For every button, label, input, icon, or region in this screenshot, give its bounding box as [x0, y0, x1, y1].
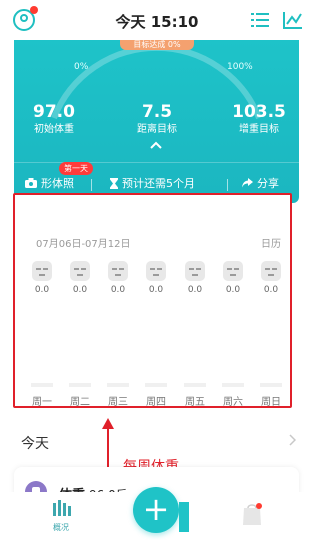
hero-divider [14, 162, 299, 163]
day-label: 周四 [146, 397, 166, 408]
fab-edge-block [179, 502, 189, 532]
face-icon [223, 261, 243, 281]
stat-value: 103.5 [232, 102, 286, 122]
chevron-up-icon[interactable] [150, 140, 162, 150]
goal-pill: 目标达成 0% [120, 40, 194, 50]
day-label: 周六 [223, 397, 243, 408]
share-label: 分享 [257, 177, 279, 190]
day-bar [260, 383, 282, 387]
weekly-weight-panel: 07月06日-07月12日 日历 0.0 0.0 0.0 0.0 0.0 0.0… [13, 193, 292, 408]
hourglass-icon [110, 177, 118, 189]
day-column-mon[interactable]: 0.0 [30, 261, 54, 295]
today-heading[interactable]: 今天 [21, 433, 49, 453]
face-icon [70, 261, 90, 281]
tab-overview[interactable]: 概况 [50, 500, 72, 533]
stat-initial-weight: 97.0 初始体重 [14, 102, 94, 137]
day-one-badge: 第一天 [59, 162, 93, 175]
day-weight-value: 0.0 [110, 285, 126, 295]
calendar-link[interactable]: 日历 [261, 235, 281, 250]
share-button[interactable]: 分享 [242, 175, 279, 191]
plus-icon: + [142, 490, 170, 528]
day-label: 周日 [261, 397, 281, 408]
day-label: 周三 [108, 397, 128, 408]
stat-value: 97.0 [33, 102, 75, 122]
face-icon [32, 261, 52, 281]
body-photo-button[interactable]: 形体照 [25, 175, 74, 191]
add-record-button[interactable]: + [133, 487, 179, 533]
day-bar [31, 383, 53, 387]
stat-gain-target: 103.5 增重目标 [219, 102, 299, 137]
share-icon [242, 178, 253, 188]
bag-icon[interactable] [241, 502, 263, 526]
day-column-sun[interactable]: 0.0 [259, 261, 283, 295]
day-bar [107, 383, 129, 387]
day-column-wed[interactable]: 0.0 [106, 261, 130, 295]
list-icon[interactable] [251, 12, 269, 28]
day-label: 周五 [185, 397, 205, 408]
day-label: 周二 [70, 397, 90, 408]
stat-label: 增重目标 [239, 124, 279, 135]
day-column-fri[interactable]: 0.0 [183, 261, 207, 295]
day-weight-value: 0.0 [187, 285, 203, 295]
face-icon [146, 261, 166, 281]
day-weight-value: 0.0 [72, 285, 88, 295]
day-bar [69, 383, 91, 387]
day-column-tue[interactable]: 0.0 [68, 261, 92, 295]
day-column-sat[interactable]: 0.0 [221, 261, 245, 295]
body-photo-label: 形体照 [41, 177, 74, 190]
estimate-label: 预计还需5个月 [122, 177, 195, 190]
day-weight-value: 0.0 [225, 285, 241, 295]
camera-icon [25, 178, 37, 188]
toolbar-separator [227, 179, 228, 191]
chevron-right-icon[interactable] [288, 434, 296, 446]
bottom-nav: 概况 + [0, 487, 314, 540]
stat-label: 距离目标 [137, 124, 177, 135]
stat-value: 7.5 [141, 102, 173, 122]
week-range[interactable]: 07月06日-07月12日 [36, 235, 131, 250]
face-icon [108, 261, 128, 281]
estimate-info: 预计还需5个月 [110, 175, 195, 191]
trend-chart-icon[interactable] [283, 11, 303, 29]
progress-start-label: 0% [74, 62, 89, 72]
day-bar [145, 383, 167, 387]
day-weight-value: 0.0 [34, 285, 50, 295]
top-bar: 今天 15:10 [0, 0, 314, 40]
day-weight-value: 0.0 [148, 285, 164, 295]
day-bar [222, 383, 244, 387]
tab-overview-label: 概况 [53, 523, 69, 532]
day-weight-value: 0.0 [263, 285, 279, 295]
overview-bars-icon [53, 500, 71, 516]
day-column-thu[interactable]: 0.0 [144, 261, 168, 295]
stat-distance-to-goal: 7.5 距离目标 [117, 102, 197, 137]
face-icon [261, 261, 281, 281]
hero-toolbar: 形体照 第一天 预计还需5个月 分享 [14, 162, 299, 195]
goal-summary-card: 目标达成 0% 0% 100% 97.0 初始体重 7.5 距离目标 103.5… [14, 40, 299, 203]
progress-end-label: 100% [227, 62, 253, 72]
day-bar [184, 383, 206, 387]
toolbar-separator [91, 179, 92, 191]
face-icon [185, 261, 205, 281]
day-label: 周一 [32, 397, 52, 408]
stat-label: 初始体重 [34, 124, 74, 135]
